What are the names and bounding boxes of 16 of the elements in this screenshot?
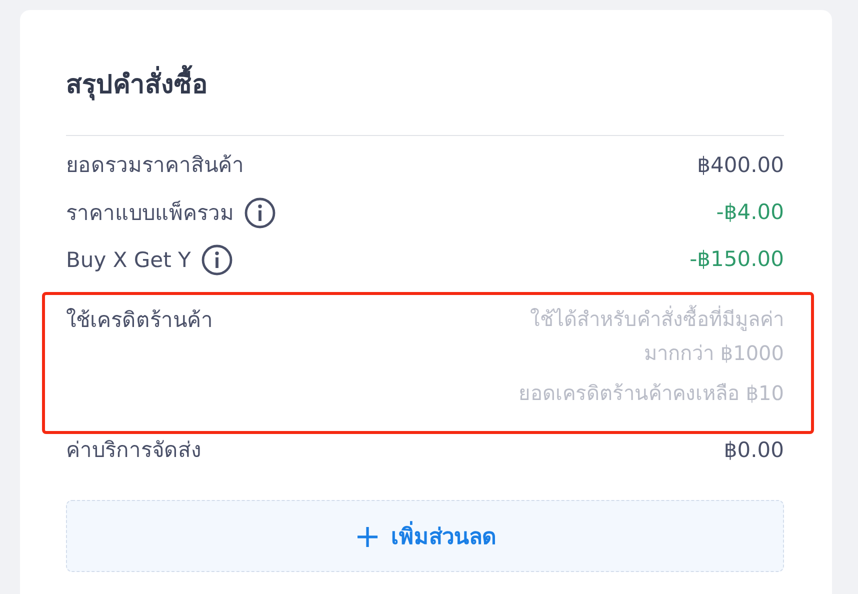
row-label: ใช้เครดิตร้านค้า [66,307,213,334]
note-text: ยอดเครดิตร้านค้าคงเหลือ ฿10 [518,380,784,407]
add-discount-button[interactable]: + เพิ่มส่วนลด [66,500,784,572]
row-label: ค่าบริการจัดส่ง [66,437,201,464]
row-value: -฿4.00 [716,199,784,226]
row-label: Buy X Get Y [66,247,191,274]
row-label: ยอดรวมราคาสินค้า [66,152,244,179]
row-value: -฿150.00 [690,246,784,273]
info-icon[interactable] [200,244,233,276]
row-value: ฿0.00 [724,437,784,464]
row-value: ฿400.00 [697,152,784,179]
note-text: ใช้ได้สำหรับคำสั่งซื้อที่มีมูลค่า [530,305,784,333]
card-title: สรุปคำสั่งซื้อ [66,63,784,107]
note-text: มากกว่า ฿1000 [644,340,784,367]
row-label: ราคาแบบแพ็ครวม [66,200,234,227]
info-icon[interactable] [244,197,276,229]
